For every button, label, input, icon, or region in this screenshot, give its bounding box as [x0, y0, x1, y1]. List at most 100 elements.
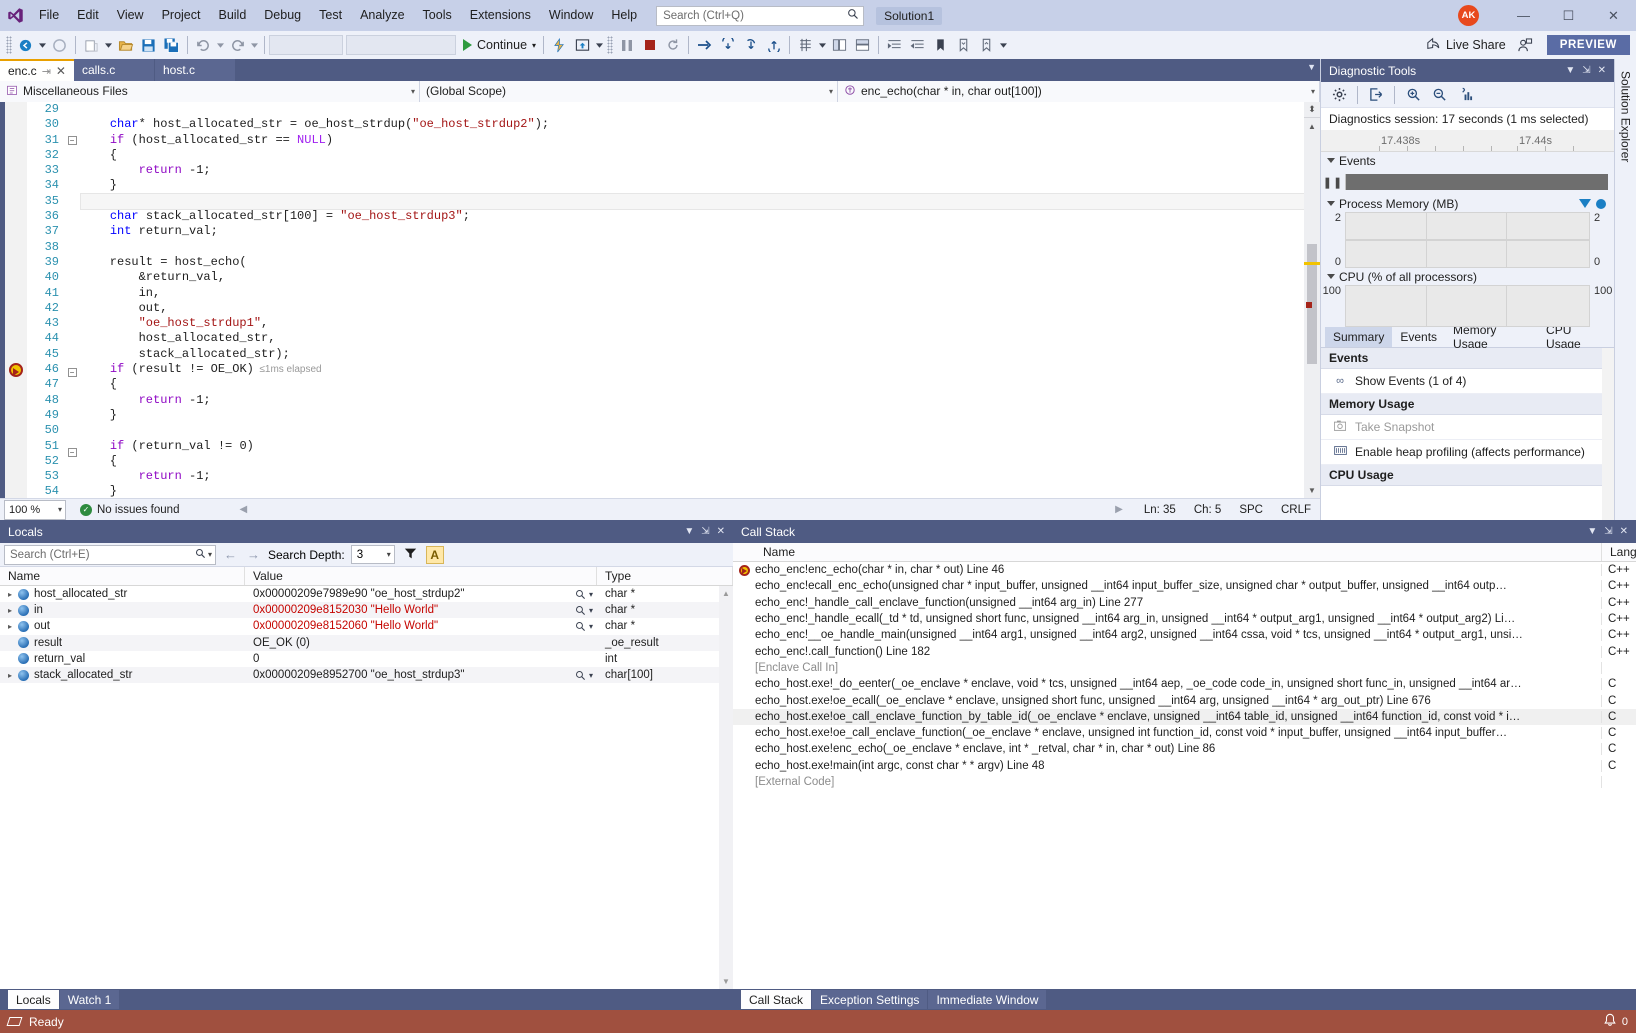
chevron-down-icon[interactable]: ▾ [823, 87, 833, 96]
expander-triangle-icon[interactable]: ▸ [8, 671, 18, 680]
close-icon[interactable]: ✕ [1598, 65, 1606, 76]
thread-icon[interactable] [794, 33, 817, 57]
gutter-cell[interactable] [5, 484, 27, 498]
gutter-cell[interactable] [5, 178, 27, 193]
code-line[interactable]: if (result != OE_OK) ≤1ms elapsed [81, 362, 1304, 377]
pin-icon[interactable]: ⇲ [1582, 65, 1590, 76]
gutter-cell[interactable] [5, 133, 27, 148]
bell-icon[interactable] [1603, 1013, 1617, 1030]
nav-project-combo[interactable]: Miscellaneous Files ▾ [0, 81, 420, 102]
maximize-button[interactable]: ☐ [1546, 0, 1591, 31]
code-line[interactable]: if (host_allocated_str == NULL) [81, 133, 1304, 148]
gutter-cell[interactable] [5, 347, 27, 362]
enable-heap-profiling-link[interactable]: Enable heap profiling (affects performan… [1321, 440, 1602, 465]
call-stack-frame[interactable]: [External Code] [733, 774, 1636, 790]
scroll-up-arrow-icon[interactable]: ▲ [1304, 118, 1320, 134]
arrow-left-icon[interactable]: ← [222, 547, 239, 562]
save-icon[interactable] [137, 33, 160, 57]
chevron-down-icon[interactable]: ▾ [387, 550, 391, 559]
solution-explorer-tab-strip[interactable]: Solution Explorer [1614, 59, 1636, 520]
value-visualizer-magnify-icon[interactable]: ▾ [575, 605, 597, 616]
column-header-type[interactable]: Type [597, 567, 733, 585]
quick-search-input[interactable]: Search (Ctrl+Q) [656, 6, 864, 26]
locals-cell-name[interactable]: return_val [0, 653, 245, 665]
cpu-group-header[interactable]: CPU (% of all processors) [1321, 268, 1614, 285]
show-events-link[interactable]: ∞ Show Events (1 of 4) [1321, 369, 1602, 394]
menu-tools[interactable]: Tools [414, 0, 461, 31]
call-stack-frame[interactable]: echo_host.exe!_do_eenter(_oe_enclave * e… [733, 676, 1636, 692]
gutter-cell[interactable] [5, 270, 27, 285]
close-icon[interactable]: ✕ [56, 64, 66, 78]
code-line[interactable]: } [81, 408, 1304, 423]
menu-view[interactable]: View [108, 0, 153, 31]
table-row[interactable]: resultOE_OK (0)_oe_result [0, 635, 719, 651]
code-line[interactable]: { [81, 148, 1304, 163]
call-stack-frame[interactable]: echo_enc!ecall_enc_echo(unsigned char * … [733, 578, 1636, 594]
memory-graph-plot-lower[interactable] [1345, 240, 1590, 268]
scroll-down-arrow-icon[interactable]: ▼ [722, 974, 730, 989]
continue-button[interactable]: Continue ▾ [459, 33, 539, 57]
tab-events[interactable]: Events [1392, 327, 1445, 347]
close-icon[interactable]: ✕ [717, 526, 725, 537]
code-line[interactable]: in, [81, 286, 1304, 301]
live-share-button[interactable]: Live Share [1418, 33, 1514, 57]
step-over-icon[interactable] [716, 33, 739, 57]
locals-cell-value[interactable]: 0 [245, 653, 597, 665]
scroll-down-arrow-icon[interactable]: ▼ [1304, 482, 1320, 498]
windows-layout-icon[interactable] [828, 33, 851, 57]
step-into-icon[interactable] [739, 33, 762, 57]
value-visualizer-magnify-icon[interactable]: ▾ [575, 589, 597, 600]
indent-icon[interactable] [883, 33, 906, 57]
avatar[interactable]: AK [1458, 5, 1479, 26]
save-all-icon[interactable] [160, 33, 183, 57]
call-stack-frame[interactable]: echo_enc!__oe_handle_main(unsigned __int… [733, 627, 1636, 643]
call-stack-frame[interactable]: echo_enc!.call_function() Line 182C++ [733, 643, 1636, 659]
gutter-cell[interactable] [5, 454, 27, 469]
zoom-in-icon[interactable] [1401, 84, 1425, 106]
gutter-cell[interactable] [5, 377, 27, 392]
stop-button[interactable] [638, 33, 661, 57]
menu-project[interactable]: Project [153, 0, 210, 31]
outlining-toggle[interactable]: − [63, 136, 81, 151]
redo-dropdown-icon[interactable] [249, 33, 260, 57]
table-row[interactable]: ▸out0x00000209e8152060 "Hello World"▾cha… [0, 618, 719, 634]
footer-tab-call-stack[interactable]: Call Stack [741, 990, 811, 1009]
attach-dropdown-icon[interactable] [594, 33, 605, 57]
tab-enc-c[interactable]: enc.c ⇥ ✕ [0, 59, 74, 81]
call-stack-frame[interactable]: echo_host.exe!oe_ecall(_oe_enclave * enc… [733, 692, 1636, 708]
footer-tab-immediate-window[interactable]: Immediate Window [928, 990, 1046, 1009]
gutter-cell[interactable] [5, 301, 27, 316]
memory-graph-plot[interactable] [1345, 212, 1590, 240]
toolbar-grip[interactable] [6, 36, 12, 54]
open-file-icon[interactable] [114, 33, 137, 57]
pin-icon[interactable]: ⇥ [42, 65, 51, 78]
bar-chart-icon[interactable] [1453, 84, 1477, 106]
step-out-icon[interactable] [762, 33, 785, 57]
footer-tab-locals[interactable]: Locals [8, 990, 59, 1009]
code-line[interactable]: host_allocated_str, [81, 331, 1304, 346]
close-icon[interactable]: ✕ [1620, 526, 1628, 537]
gutter-cell[interactable] [5, 423, 27, 438]
new-project-dropdown-icon[interactable] [103, 33, 114, 57]
events-track[interactable] [1345, 174, 1608, 190]
spaces-indicator[interactable]: SPC [1230, 504, 1272, 516]
code-line[interactable]: int return_val; [81, 224, 1304, 239]
footer-tab-watch1[interactable]: Watch 1 [60, 990, 120, 1009]
expander-triangle-icon[interactable]: ▸ [8, 622, 18, 631]
call-stack-frame[interactable]: echo_enc!_handle_call_enclave_function(u… [733, 595, 1636, 611]
column-header-name[interactable]: Name [0, 567, 245, 585]
locals-cell-name[interactable]: ▸in [0, 604, 245, 616]
footer-tab-exception-settings[interactable]: Exception Settings [812, 990, 927, 1009]
code-line[interactable]: { [81, 377, 1304, 392]
tab-summary[interactable]: Summary [1325, 327, 1392, 347]
gutter-cell[interactable] [5, 408, 27, 423]
locals-rows[interactable]: ▸host_allocated_str0x00000209e7989e90 "o… [0, 586, 719, 989]
minimize-button[interactable]: — [1501, 0, 1546, 31]
next-bookmark-icon[interactable] [975, 33, 998, 57]
editor-vertical-scrollbar[interactable]: ⬍ ▲ ▼ [1304, 102, 1320, 498]
chevron-down-icon[interactable]: ▼ [1587, 526, 1597, 537]
menu-test[interactable]: Test [310, 0, 351, 31]
gutter-cell[interactable] [5, 224, 27, 239]
restart-button[interactable] [661, 33, 684, 57]
code-line[interactable]: return -1; [81, 393, 1304, 408]
